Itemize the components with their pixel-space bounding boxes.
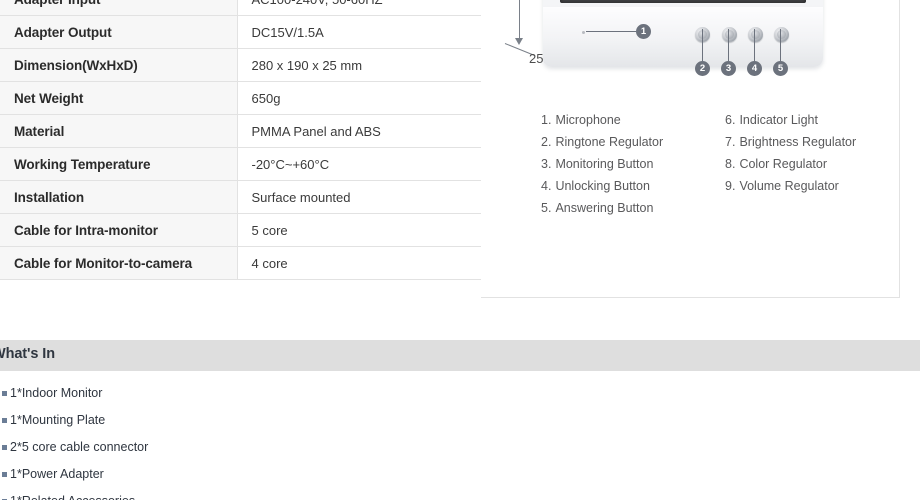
callout-4-leader-line [754, 29, 755, 61]
legend-item-label: Ringtone Regulator [555, 135, 664, 149]
callout-legend-left-column: 1. Microphone 2. Ringtone Regulator 3. Moni… [541, 109, 663, 219]
table-row: Adapter Input AC100-240V, 50-60HZ [0, 0, 482, 16]
list-item: 1*Mounting Plate [0, 407, 460, 434]
front-button-4 [748, 27, 763, 42]
legend-item-label: Indicator Light [739, 113, 818, 127]
table-row: Material PMMA Panel and ABS [0, 114, 482, 148]
legend-item-number: 3. [541, 157, 552, 171]
spec-label-cell: Dimension(WxHxD) [0, 48, 238, 82]
depth-dimension-arrow-line [519, 0, 520, 42]
spec-value-cell: -20°C~+60°C [236, 147, 482, 181]
legend-item-number: 2. [541, 135, 552, 149]
list-item: 2*5 core cable connector [0, 434, 460, 461]
whats-in-section-header: What's In [0, 340, 920, 371]
specification-table-body: Adapter Input AC100-240V, 50-60HZ Adapte… [0, 0, 482, 280]
table-row: Installation Surface mounted [0, 180, 482, 214]
legend-item: 8. Color Regulator [725, 153, 856, 175]
spec-value-cell: Surface mounted [236, 180, 482, 214]
bullet-square-icon [2, 418, 7, 423]
legend-item-number: 6. [725, 113, 736, 127]
legend-item: 3. Monitoring Button [541, 153, 663, 175]
bullet-square-icon [2, 391, 7, 396]
indoor-monitor-illustration: 25mm 1 2 [481, 0, 899, 93]
bullet-square-icon [2, 472, 7, 477]
legend-item-label: Brightness Regulator [739, 135, 857, 149]
spec-value-cell: 650g [236, 81, 482, 115]
legend-item-label: Volume Regulator [739, 179, 839, 193]
legend-item: 7. Brightness Regulator [725, 131, 856, 153]
callout-3-leader-line [728, 29, 729, 61]
table-row: Adapter Output DC15V/1.5A [0, 15, 482, 49]
list-item-label: 2*5 core cable connector [10, 440, 149, 454]
spec-label-cell: Net Weight [0, 81, 238, 115]
spec-value-cell: DC15V/1.5A [236, 15, 482, 49]
callout-1-leader-line [586, 31, 636, 32]
whats-in-list: 1*Indoor Monitor 1*Mounting Plate 2*5 co… [0, 380, 460, 500]
legend-item-label: Color Regulator [739, 157, 827, 171]
callout-bubble-4: 4 [747, 61, 762, 76]
callout-5-leader-line [780, 29, 781, 61]
table-row: Cable for Monitor-to-camera 4 core [0, 246, 482, 280]
legend-item-number: 8. [725, 157, 736, 171]
table-row: Dimension(WxHxD) 280 x 190 x 25 mm [0, 48, 482, 82]
spec-label-cell: Cable for Intra-monitor [0, 213, 238, 247]
table-row: Net Weight 650g [0, 81, 482, 115]
table-row: Working Temperature -20°C~+60°C [0, 147, 482, 181]
spec-label-cell: Cable for Monitor-to-camera [0, 246, 238, 280]
legend-item-label: Monitoring Button [555, 157, 654, 171]
legend-item-number: 7. [725, 135, 736, 149]
legend-item: 1. Microphone [541, 109, 663, 131]
list-item: 1*Power Adapter [0, 461, 460, 488]
spec-label-cell: Adapter Output [0, 15, 238, 49]
monitor-screen [560, 0, 806, 3]
legend-item-number: 1. [541, 113, 552, 127]
product-spec-page: Adapter Input AC100-240V, 50-60HZ Adapte… [0, 0, 920, 500]
list-item: 1*Indoor Monitor [0, 380, 460, 407]
legend-item-label: Microphone [555, 113, 621, 127]
list-item-label: 1*Mounting Plate [10, 413, 106, 427]
spec-value-cell: AC100-240V, 50-60HZ [236, 0, 482, 16]
front-button-5 [774, 27, 789, 42]
legend-item-label: Answering Button [555, 201, 654, 215]
specification-table: Adapter Input AC100-240V, 50-60HZ Adapte… [0, 0, 482, 280]
legend-item-number: 9. [725, 179, 736, 193]
product-diagram-panel: 25mm 1 2 [481, 0, 900, 298]
microphone-hole-icon [582, 31, 585, 34]
depth-dimension-arrowhead-icon [515, 38, 523, 45]
list-item-label: 1*Indoor Monitor [10, 386, 103, 400]
callout-2-leader-line [702, 29, 703, 61]
legend-item: 9. Volume Regulator [725, 175, 856, 197]
legend-item-label: Unlocking Button [555, 179, 650, 193]
table-row: Cable for Intra-monitor 5 core [0, 213, 482, 247]
spec-label-cell: Installation [0, 180, 238, 214]
spec-label-cell: Material [0, 114, 238, 148]
spec-label-cell: Adapter Input [0, 0, 238, 16]
list-item: 1*Related Accessories [0, 488, 460, 500]
top-section: Adapter Input AC100-240V, 50-60HZ Adapte… [0, 0, 920, 300]
spec-value-cell: 4 core [236, 246, 482, 280]
list-item-label: 1*Power Adapter [10, 467, 104, 481]
callout-bubble-5: 5 [773, 61, 788, 76]
list-item-label: 1*Related Accessories [10, 494, 135, 500]
spec-value-cell: 280 x 190 x 25 mm [236, 48, 482, 82]
legend-item-number: 5. [541, 201, 552, 215]
spec-label-cell: Working Temperature [0, 147, 238, 181]
callout-bubble-1: 1 [636, 24, 651, 39]
callout-bubble-3: 3 [721, 61, 736, 76]
front-button-3 [722, 27, 737, 42]
legend-item: 5. Answering Button [541, 197, 663, 219]
legend-item: 4. Unlocking Button [541, 175, 663, 197]
legend-item: 2. Ringtone Regulator [541, 131, 663, 153]
legend-item: 6. Indicator Light [725, 109, 856, 131]
callout-legend-right-column: 6. Indicator Light 7. Brightness Regulator… [725, 109, 856, 197]
legend-item-number: 4. [541, 179, 552, 193]
spec-value-cell: PMMA Panel and ABS [236, 114, 482, 148]
whats-in-title: What's In [0, 346, 55, 362]
bullet-square-icon [2, 445, 7, 450]
callout-bubble-2: 2 [695, 61, 710, 76]
monitor-body [543, 0, 823, 67]
spec-value-cell: 5 core [236, 213, 482, 247]
